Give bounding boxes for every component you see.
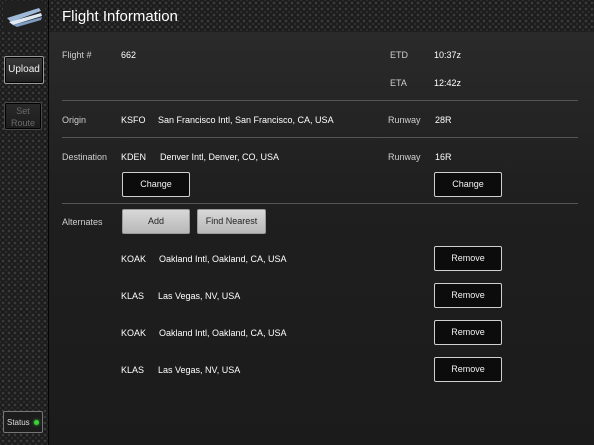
divider xyxy=(62,100,578,101)
alternate-name: Las Vegas, NV, USA xyxy=(158,291,241,301)
eta-value: 12:42z xyxy=(434,78,462,88)
alternate-code: KOAK xyxy=(121,254,147,264)
origin-name: San Francisco Intl, San Francisco, CA, U… xyxy=(158,115,334,125)
alternate-code: KOAK xyxy=(121,328,147,338)
change-destination-button[interactable]: Change xyxy=(122,172,190,197)
alternate-row: KLAS Las Vegas, NV, USA Remove xyxy=(49,283,594,313)
destination-label: Destination xyxy=(62,152,108,162)
alternate-name: Oakland Intl, Oakland, CA, USA xyxy=(159,254,287,264)
destination-code: KDEN xyxy=(121,152,147,162)
flight-info-panel: Flight # 662 ETD 10:37z ETA 12:42z Origi… xyxy=(49,32,594,445)
remove-alternate-button[interactable]: Remove xyxy=(434,357,502,382)
status-label: Status xyxy=(7,418,30,427)
remove-alternate-button[interactable]: Remove xyxy=(434,246,502,271)
flight-number-label: Flight # xyxy=(62,50,92,60)
set-route-label-line2: Route xyxy=(10,118,36,128)
origin-code: KSFO xyxy=(121,115,146,125)
origin-runway-value: 28R xyxy=(435,115,452,125)
add-alternate-button[interactable]: Add xyxy=(122,209,190,234)
origin-runway-label: Runway xyxy=(388,115,421,125)
remove-alternate-button[interactable]: Remove xyxy=(434,283,502,308)
status-indicator[interactable]: Status xyxy=(3,411,43,433)
sidebar: Upload Set Route Status xyxy=(0,0,49,445)
destination-runway-value: 16R xyxy=(435,152,452,162)
etd-value: 10:37z xyxy=(434,50,462,60)
set-route-label-line1: Set xyxy=(16,106,30,116)
divider xyxy=(62,137,578,138)
page-title: Flight Information xyxy=(62,8,178,25)
alternate-code: KLAS xyxy=(121,291,145,301)
destination-runway-label: Runway xyxy=(388,152,421,162)
divider xyxy=(62,203,578,204)
destination-name: Denver Intl, Denver, CO, USA xyxy=(160,152,280,162)
alternate-row: KOAK Oakland Intl, Oakland, CA, USA Remo… xyxy=(49,320,594,350)
alternate-row: KOAK Oakland Intl, Oakland, CA, USA Remo… xyxy=(49,246,594,276)
alternate-row: KLAS Las Vegas, NV, USA Remove xyxy=(49,357,594,387)
header: Flight Information xyxy=(49,0,594,32)
alternate-name: Las Vegas, NV, USA xyxy=(158,365,241,375)
upload-button[interactable]: Upload xyxy=(4,56,44,84)
remove-alternate-button[interactable]: Remove xyxy=(434,320,502,345)
etd-label: ETD xyxy=(390,50,408,60)
find-nearest-button[interactable]: Find Nearest xyxy=(197,209,266,234)
alternate-code: KLAS xyxy=(121,365,145,375)
logo-icon xyxy=(3,2,45,32)
alternates-label: Alternates xyxy=(62,217,103,227)
set-route-button[interactable]: Set Route xyxy=(4,102,42,130)
alternate-name: Oakland Intl, Oakland, CA, USA xyxy=(159,328,287,338)
status-led-icon xyxy=(34,420,39,425)
change-runway-button[interactable]: Change xyxy=(434,172,502,197)
flight-number-value: 662 xyxy=(121,50,137,60)
eta-label: ETA xyxy=(390,78,407,88)
origin-label: Origin xyxy=(62,115,87,125)
